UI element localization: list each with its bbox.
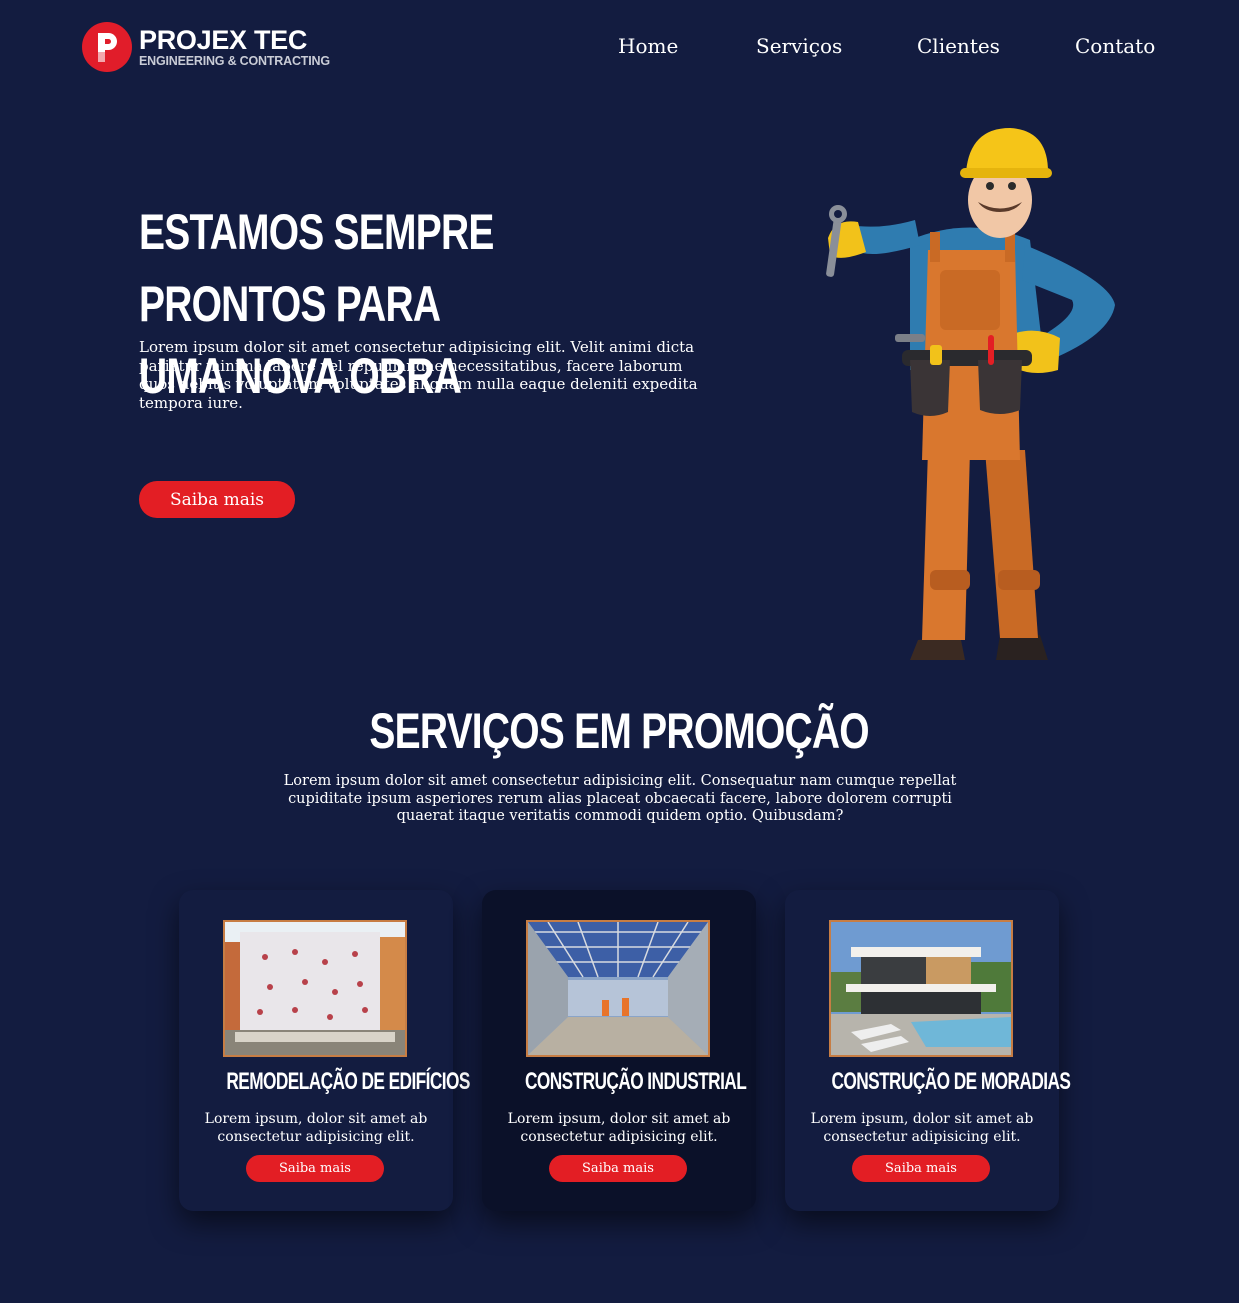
service-card-title-text: CONSTRUÇÃO DE MORADIAS — [831, 1068, 1071, 1095]
hero-description: Lorem ipsum dolor sit amet consectetur a… — [139, 338, 698, 412]
service-card-remodelacao: REMODELAÇÃO DE EDIFÍCIOS Lorem ipsum, do… — [179, 890, 470, 1211]
service-card-title-text: CONSTRUÇÃO INDUSTRIAL — [525, 1068, 747, 1095]
nav-home[interactable]: Home — [618, 34, 678, 58]
service-card-text: Lorem ipsum, dolor sit amet ab consectet… — [507, 1111, 731, 1145]
nav-contato[interactable]: Contato — [1075, 34, 1155, 58]
service-card-title: CONSTRUÇÃO INDUSTRIAL — [482, 1068, 756, 1096]
services-title-text: SERVIÇOS EM PROMOÇÃO — [369, 703, 870, 759]
service-card-text: Lorem ipsum, dolor sit amet ab consectet… — [810, 1111, 1034, 1145]
nav-servicos[interactable]: Serviços — [756, 34, 842, 58]
main-nav: Home Serviços Clientes Contato — [0, 34, 1239, 64]
services-description: Lorem ipsum dolor sit amet consectetur a… — [283, 773, 957, 824]
service-card-moradias: CONSTRUÇÃO DE MORADIAS Lorem ipsum, dolo… — [785, 890, 1071, 1211]
saiba-mais-button[interactable]: Saiba mais — [246, 1155, 384, 1182]
service-card-title: REMODELAÇÃO DE EDIFÍCIOS — [179, 1068, 470, 1096]
service-image-modern-house — [829, 920, 1013, 1057]
saiba-mais-button[interactable]: Saiba mais — [549, 1155, 687, 1182]
service-image-industrial-hall — [526, 920, 710, 1057]
construction-worker-illustration — [826, 128, 1115, 660]
service-card-text: Lorem ipsum, dolor sit amet ab consectet… — [204, 1111, 428, 1145]
service-card-title: CONSTRUÇÃO DE MORADIAS — [785, 1068, 1070, 1096]
saiba-mais-button[interactable]: Saiba mais — [852, 1155, 990, 1182]
service-image-building-renovation — [223, 920, 407, 1057]
service-card-title-text: REMODELAÇÃO DE EDIFÍCIOS — [226, 1068, 470, 1095]
service-card-industrial: CONSTRUÇÃO INDUSTRIAL Lorem ipsum, dolor… — [482, 890, 756, 1211]
services-title: SERVIÇOS EM PROMOÇÃO — [0, 702, 1239, 760]
nav-clientes[interactable]: Clientes — [917, 34, 1000, 58]
hero-saiba-mais-button[interactable]: Saiba mais — [139, 481, 295, 518]
